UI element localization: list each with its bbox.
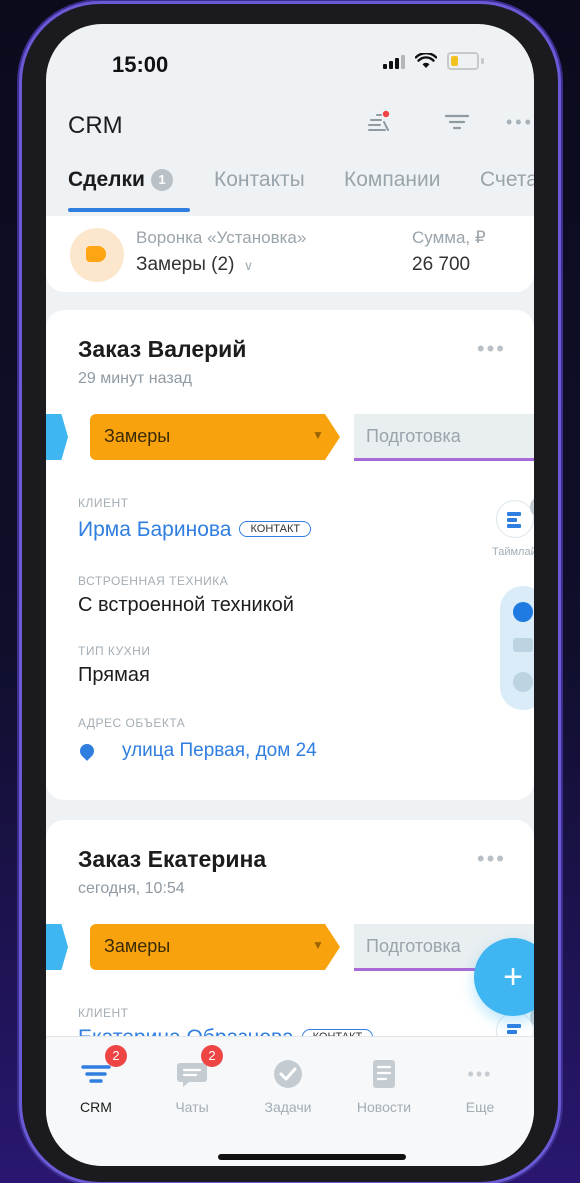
funnel-tag-icon <box>86 246 106 262</box>
deal-title: Заказ Валерий <box>78 336 247 362</box>
crm-filter-icon: 2 <box>79 1045 127 1089</box>
contacts-notification-icon[interactable] <box>366 110 392 134</box>
timeline-label: Таймлайн <box>492 546 534 558</box>
app-screen: 15:00 CRM ••• Сделки 1 Контакты Компании … <box>46 24 534 1166</box>
deal-card[interactable]: Заказ Валерий 29 минут назад ••• Замеры … <box>46 310 534 800</box>
chevron-down-icon: ∨ <box>243 258 254 273</box>
tabbar-crm[interactable]: 2 CRM <box>56 1045 136 1115</box>
stage-prev-icon <box>46 924 68 970</box>
client-link[interactable]: Ирма Баринова КОНТАКТ <box>78 518 312 542</box>
funnel-stage-selector[interactable]: Замеры (2) ∨ <box>136 254 253 276</box>
tab-invoices[interactable]: Счета <box>480 168 534 192</box>
tabbar-news-label: Новости <box>356 1099 412 1115</box>
builtin-label: ВСТРОЕННАЯ ТЕХНИКА <box>78 574 229 588</box>
stage-current-label: Замеры <box>104 936 171 956</box>
kitchen-value: Прямая <box>78 664 150 686</box>
tasks-check-icon <box>271 1059 305 1089</box>
deal-title: Заказ Екатерина <box>78 846 267 872</box>
deal-more-icon[interactable]: ••• <box>477 846 506 872</box>
tab-active-underline <box>68 208 190 212</box>
funnel-summary[interactable]: Воронка «Установка» Замеры (2) ∨ Сумма, … <box>46 216 534 292</box>
tab-companies[interactable]: Компании <box>344 168 440 192</box>
more-icon: ••• <box>467 1064 493 1084</box>
chat-bubble-icon[interactable] <box>513 672 533 692</box>
tabbar-news[interactable]: Новости <box>344 1059 424 1115</box>
more-icon[interactable]: ••• <box>506 112 534 133</box>
client-label: КЛИЕНТ <box>78 1006 129 1020</box>
tab-deals-badge: 1 <box>150 169 173 191</box>
client-name: Ирма Баринова <box>78 518 232 541</box>
timeline-button[interactable] <box>496 500 534 538</box>
tabbar-tasks-label: Задачи <box>264 1099 312 1115</box>
tabbar-crm-label: CRM <box>80 1099 112 1115</box>
crm-badge: 2 <box>105 1045 127 1067</box>
filter-icon[interactable] <box>444 110 470 134</box>
tabbar-more[interactable]: ••• Еще <box>440 1059 520 1115</box>
funnel-stage-label: Замеры (2) <box>136 254 235 275</box>
stage-caret-icon: ▼ <box>312 938 324 952</box>
battery-icon <box>447 52 479 70</box>
contact-badge: КОНТАКТ <box>239 521 312 537</box>
address-label: АДРЕС ОБЪЕКТА <box>78 716 186 730</box>
funnel-label: Воронка «Установка» <box>136 228 307 247</box>
tabbar-tasks[interactable]: Задачи <box>248 1059 328 1115</box>
sum-label: Сумма, ₽ <box>412 228 486 247</box>
status-time: 15:00 <box>112 52 169 77</box>
deal-time: сегодня, 10:54 <box>78 880 185 897</box>
timeline-icon <box>507 512 521 530</box>
sum-value: 26 700 <box>412 254 471 275</box>
status-icons <box>383 52 484 70</box>
deal-time: 29 минут назад <box>78 370 192 387</box>
stage-next-label: Подготовка <box>366 936 461 956</box>
tabs-bar: Сделки 1 Контакты Компании Счета <box>46 164 534 212</box>
stage-current[interactable]: Замеры ▼ <box>90 414 340 460</box>
stage-next-label: Подготовка <box>366 426 461 446</box>
deal-more-icon[interactable]: ••• <box>477 336 506 362</box>
tabbar-chats[interactable]: 2 Чаты <box>152 1045 232 1115</box>
stage-caret-icon: ▼ <box>312 428 324 442</box>
stage-prev-icon <box>46 414 68 460</box>
wifi-icon <box>415 53 437 68</box>
page-title: CRM <box>68 112 123 139</box>
tabbar-chats-label: Чаты <box>175 1099 209 1115</box>
signal-icon <box>383 53 405 69</box>
news-icon <box>367 1059 401 1089</box>
battery-cap <box>481 58 484 64</box>
kitchen-label: ТИП КУХНИ <box>78 644 151 658</box>
home-indicator <box>218 1154 406 1160</box>
stage-next[interactable]: Подготовка <box>354 414 534 461</box>
stage-current[interactable]: Замеры ▼ <box>90 924 340 970</box>
phone-icon[interactable] <box>513 602 533 622</box>
tab-deals[interactable]: Сделки 1 <box>68 168 173 192</box>
chats-badge: 2 <box>201 1045 223 1067</box>
deal-card[interactable]: Заказ Екатерина сегодня, 10:54 ••• Замер… <box>46 820 534 1050</box>
bottom-tab-bar: 2 CRM 2 Чаты Задачи Новости ••• Еще <box>46 1036 534 1166</box>
client-label: КЛИЕНТ <box>78 496 129 510</box>
communication-panel <box>500 586 534 710</box>
mail-icon[interactable] <box>513 638 533 652</box>
builtin-value: С встроенной техникой <box>78 594 294 616</box>
address-link[interactable]: улица Первая, дом 24 <box>122 740 317 762</box>
stage-current-label: Замеры <box>104 426 171 446</box>
chat-icon: 2 <box>175 1045 223 1089</box>
tab-deals-label: Сделки <box>68 168 145 191</box>
tab-contacts[interactable]: Контакты <box>214 168 305 192</box>
tabbar-more-label: Еще <box>465 1099 495 1115</box>
location-pin-icon <box>77 741 97 761</box>
